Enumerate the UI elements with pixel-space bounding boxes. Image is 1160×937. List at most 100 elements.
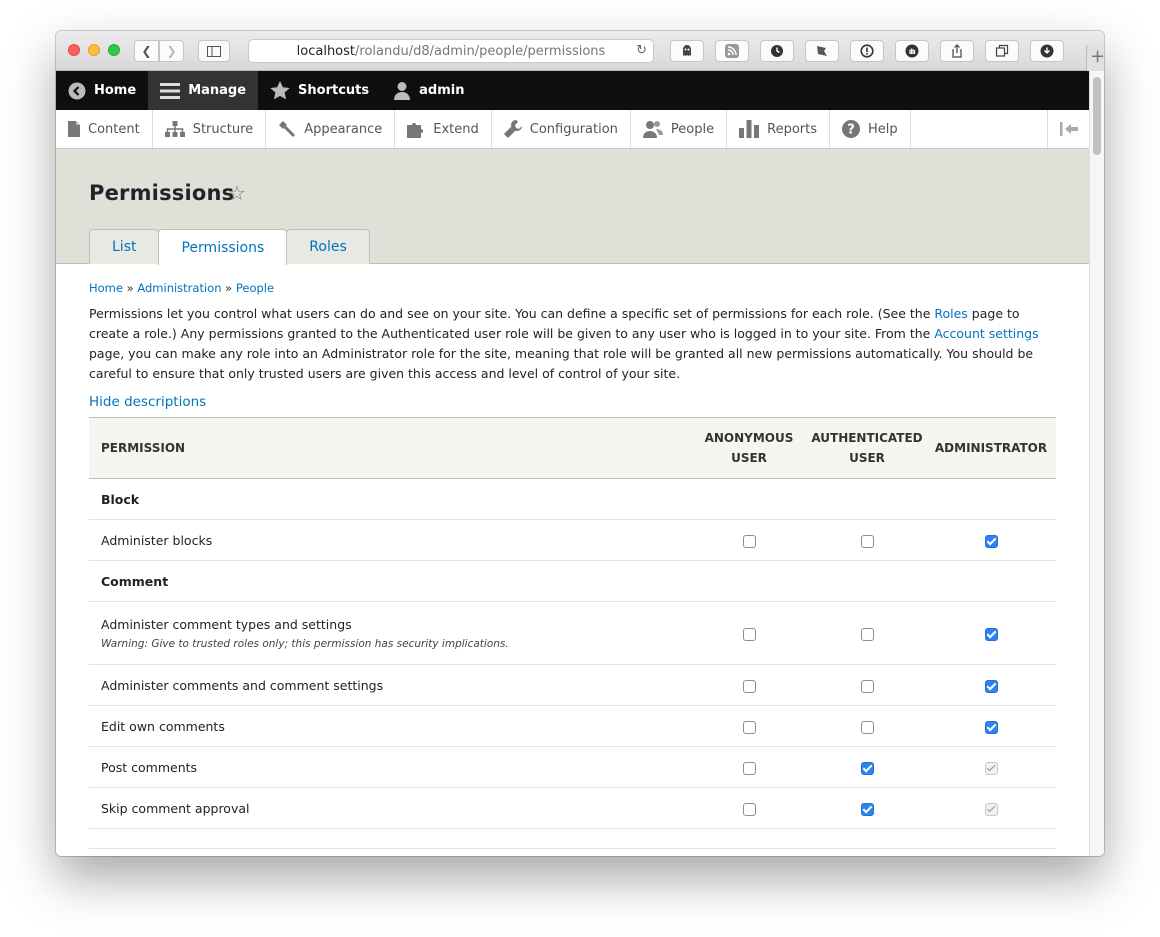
url-path: /rolandu/d8/admin/people/permissions <box>355 43 606 59</box>
breadcrumb-people-link[interactable]: People <box>236 281 274 295</box>
tray-item-label: Structure <box>192 121 254 137</box>
checkbox-authenticated[interactable] <box>860 627 874 641</box>
minimize-window-button[interactable] <box>88 44 100 56</box>
permission-warning: Warning: Give to trusted roles only; thi… <box>101 637 509 650</box>
reload-icon[interactable]: ↻ <box>636 43 647 58</box>
tab-roles[interactable]: Roles <box>286 229 370 264</box>
checkbox-authenticated[interactable] <box>860 679 874 693</box>
flag-icon <box>817 46 827 56</box>
close-window-button[interactable] <box>68 44 80 56</box>
tab-permissions[interactable]: Permissions <box>158 229 288 265</box>
permission-label: Administer comments and comment settings <box>89 664 690 706</box>
tray-item-appearance[interactable]: Appearance <box>266 110 396 148</box>
checkbox-administrator[interactable] <box>984 627 998 641</box>
downloads-button[interactable] <box>1030 40 1064 62</box>
admin-toolbar: Home Manage Shortcuts admin <box>56 71 1089 110</box>
tabs-overview-button[interactable] <box>985 40 1019 62</box>
forward-button[interactable]: ❯ <box>159 40 184 62</box>
checkbox-anonymous[interactable] <box>742 679 756 693</box>
breadcrumb-home-link[interactable]: Home <box>89 281 123 295</box>
tray-item-structure[interactable]: Structure <box>153 110 267 148</box>
table-row: Administer blocks <box>89 519 1056 561</box>
tabs-icon <box>995 44 1009 57</box>
hamburger-icon <box>160 82 181 100</box>
zoom-window-button[interactable] <box>108 44 120 56</box>
flag-extension-button[interactable] <box>805 40 839 62</box>
tray-item-label: Reports <box>767 121 817 137</box>
rss-icon <box>725 44 739 58</box>
user-icon <box>393 81 411 100</box>
toolbar-home-label: Home <box>94 83 137 98</box>
checkbox-authenticated[interactable] <box>860 534 874 548</box>
sidebar-icon <box>207 45 221 57</box>
permission-label: Edit own comments <box>89 705 690 747</box>
checkbox-anonymous[interactable] <box>742 761 756 775</box>
checkbox-authenticated[interactable] <box>860 720 874 734</box>
toolbar-shortcuts-tab[interactable]: Shortcuts <box>258 71 381 110</box>
address-bar[interactable]: localhost/rolandu/d8/admin/people/permis… <box>248 39 654 63</box>
checkbox-anonymous[interactable] <box>742 534 756 548</box>
column-header-administrator: Administrator <box>934 441 1048 455</box>
permission-label: Administer blocks <box>89 519 690 561</box>
tray-item-people[interactable]: People <box>631 110 728 148</box>
tray-item-configuration[interactable]: Configuration <box>492 110 631 148</box>
info-extension-button[interactable] <box>850 40 884 62</box>
rss-extension-button[interactable] <box>715 40 749 62</box>
ghostery-extension-button[interactable] <box>670 40 704 62</box>
sidebar-toggle-button[interactable] <box>198 40 230 62</box>
clock-extension-button[interactable] <box>760 40 794 62</box>
checkbox-administrator[interactable] <box>984 534 998 548</box>
permission-label: Skip comment approval <box>89 787 690 829</box>
module-row: Comment <box>89 560 1056 602</box>
share-button[interactable] <box>940 40 974 62</box>
tray-item-extend[interactable]: Extend <box>395 110 492 148</box>
ghost-icon <box>683 45 691 56</box>
chevron-left-icon: ❮ <box>141 44 152 58</box>
tray-orientation-toggle[interactable] <box>1047 110 1089 148</box>
new-tab-button[interactable]: + <box>1086 45 1104 71</box>
column-header-line: user <box>849 451 885 465</box>
tray-item-label: Configuration <box>529 121 618 137</box>
account-settings-link[interactable]: Account settings <box>934 326 1038 341</box>
tray-item-label: Content <box>88 121 140 137</box>
checkbox-administrator[interactable] <box>984 720 998 734</box>
toolbar-manage-tab[interactable]: Manage <box>148 71 259 110</box>
hand-icon <box>905 44 919 58</box>
sitemap-icon <box>164 121 185 137</box>
table-row: Skip comment approval <box>89 787 1056 829</box>
checkbox-anonymous[interactable] <box>742 802 756 816</box>
tray-item-help[interactable]: ? Help <box>830 110 911 148</box>
roles-link[interactable]: Roles <box>934 306 967 321</box>
page-scrollbar[interactable] <box>1089 71 1104 856</box>
browser-chrome: ❮ ❯ localhost/rolandu/d8/admin/people/pe… <box>56 31 1104 71</box>
breadcrumb-administration-link[interactable]: Administration <box>137 281 221 295</box>
back-button[interactable]: ❮ <box>134 40 159 62</box>
checkbox-administrator-disabled <box>984 761 998 775</box>
screen: ❮ ❯ localhost/rolandu/d8/admin/people/pe… <box>0 0 1160 937</box>
tray-item-label: Appearance <box>304 121 383 137</box>
toolbar-user-tab[interactable]: admin <box>381 71 476 110</box>
table-row: Edit own comments <box>89 705 1056 747</box>
table-row: Post comments <box>89 746 1056 788</box>
tray-item-label: Help <box>868 121 898 137</box>
scrollbar-thumb[interactable] <box>1093 77 1101 155</box>
checkbox-anonymous[interactable] <box>742 627 756 641</box>
breadcrumb-separator: » <box>122 281 138 295</box>
tray-item-content[interactable]: Content <box>56 110 153 148</box>
hide-descriptions-link[interactable]: Hide descriptions <box>89 394 1057 410</box>
svg-text:?: ? <box>847 123 855 138</box>
column-header-anonymous: Anonymous user <box>690 418 808 479</box>
alert-circle-icon <box>860 44 874 58</box>
toolbar-manage-label: Manage <box>188 83 247 98</box>
permission-cell: Administer comment types and settings Wa… <box>89 601 690 665</box>
tray-item-reports[interactable]: Reports <box>727 110 830 148</box>
checkbox-anonymous[interactable] <box>742 720 756 734</box>
checkbox-administrator[interactable] <box>984 679 998 693</box>
add-shortcut-star-icon[interactable]: ☆ <box>228 181 246 205</box>
hand-extension-button[interactable] <box>895 40 929 62</box>
bar-chart-icon <box>739 120 760 138</box>
checkbox-authenticated[interactable] <box>860 802 874 816</box>
toolbar-home-link[interactable]: Home <box>56 71 148 110</box>
checkbox-authenticated[interactable] <box>860 761 874 775</box>
tab-list[interactable]: List <box>89 229 160 264</box>
